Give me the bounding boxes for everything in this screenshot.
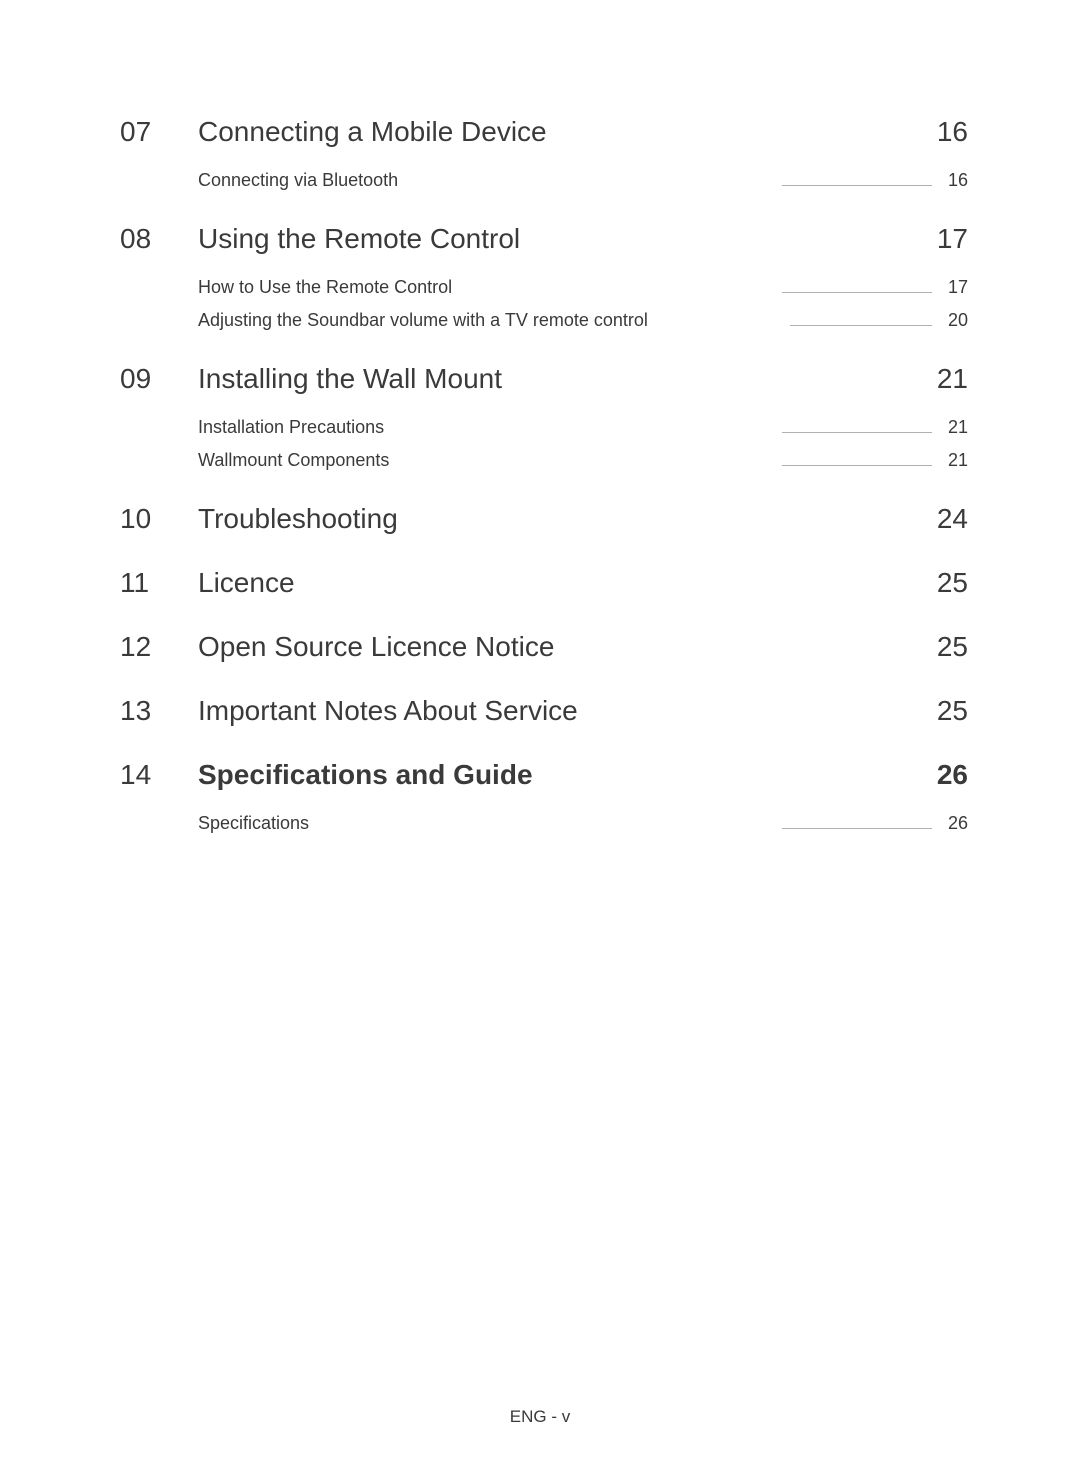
toc-sub-page: 21 xyxy=(942,450,968,471)
toc-section: 13Important Notes About Service25 xyxy=(120,695,968,727)
toc-sub-page: 16 xyxy=(942,170,968,191)
toc-section-title: Open Source Licence Notice xyxy=(198,631,937,663)
toc-sub-row: Connecting via Bluetooth 16 xyxy=(198,170,968,191)
toc-leader-line xyxy=(782,292,932,293)
toc-section-number: 09 xyxy=(120,363,198,395)
toc-sub-title: Specifications xyxy=(198,813,309,834)
toc-section-title: Troubleshooting xyxy=(198,503,937,535)
toc-section-page: 25 xyxy=(937,567,968,599)
toc-section: 11Licence25 xyxy=(120,567,968,599)
toc-section-title: Installing the Wall Mount xyxy=(198,363,937,395)
toc-sub-title: How to Use the Remote Control xyxy=(198,277,452,298)
toc-section: 12Open Source Licence Notice25 xyxy=(120,631,968,663)
toc-section-page: 25 xyxy=(937,631,968,663)
toc-section-number: 10 xyxy=(120,503,198,535)
toc-section-number: 08 xyxy=(120,223,198,255)
toc-sub-page: 20 xyxy=(942,310,968,331)
toc-leader-line xyxy=(782,185,932,186)
toc-section-page: 25 xyxy=(937,695,968,727)
toc-sub-row: Wallmount Components 21 xyxy=(198,450,968,471)
page-footer: ENG - v xyxy=(0,1407,1080,1427)
toc-sub-row: Specifications 26 xyxy=(198,813,968,834)
toc-section-number: 13 xyxy=(120,695,198,727)
toc-sub-page: 21 xyxy=(942,417,968,438)
toc-sub-page: 17 xyxy=(942,277,968,298)
toc-section-row: 10Troubleshooting24 xyxy=(120,503,968,535)
toc-section: 14Specifications and Guide26Specificatio… xyxy=(120,759,968,834)
toc-section-row: 09Installing the Wall Mount21 xyxy=(120,363,968,395)
toc-section: 10Troubleshooting24 xyxy=(120,503,968,535)
toc-leader-line xyxy=(782,828,932,829)
toc-sub-row: How to Use the Remote Control 17 xyxy=(198,277,968,298)
toc-section-row: 08Using the Remote Control17 xyxy=(120,223,968,255)
toc-section-title: Using the Remote Control xyxy=(198,223,937,255)
toc-section-number: 11 xyxy=(120,567,198,599)
toc-sub-row: Installation Precautions 21 xyxy=(198,417,968,438)
toc-sub-row: Adjusting the Soundbar volume with a TV … xyxy=(198,310,968,331)
toc-section-number: 12 xyxy=(120,631,198,663)
toc-section-row: 12Open Source Licence Notice25 xyxy=(120,631,968,663)
toc-leader-line xyxy=(782,465,932,466)
toc-section-page: 21 xyxy=(937,363,968,395)
toc-section-title: Licence xyxy=(198,567,937,599)
toc-sub-page: 26 xyxy=(942,813,968,834)
toc-section-row: 13Important Notes About Service25 xyxy=(120,695,968,727)
table-of-contents: 07Connecting a Mobile Device16Connecting… xyxy=(120,116,968,834)
toc-section-title: Important Notes About Service xyxy=(198,695,937,727)
toc-section-number: 14 xyxy=(120,759,198,791)
toc-section-page: 26 xyxy=(937,759,968,791)
page-container: 07Connecting a Mobile Device16Connecting… xyxy=(0,0,1080,834)
toc-section-row: 07Connecting a Mobile Device16 xyxy=(120,116,968,148)
toc-section-page: 17 xyxy=(937,223,968,255)
toc-sub-title: Connecting via Bluetooth xyxy=(198,170,398,191)
toc-sub-title: Wallmount Components xyxy=(198,450,389,471)
toc-section-row: 11Licence25 xyxy=(120,567,968,599)
toc-section-page: 16 xyxy=(937,116,968,148)
toc-section-title: Connecting a Mobile Device xyxy=(198,116,937,148)
toc-section: 09Installing the Wall Mount21Installatio… xyxy=(120,363,968,471)
toc-leader-line xyxy=(790,325,932,326)
toc-section-page: 24 xyxy=(937,503,968,535)
toc-section: 08Using the Remote Control17How to Use t… xyxy=(120,223,968,331)
toc-leader-line xyxy=(782,432,932,433)
toc-section: 07Connecting a Mobile Device16Connecting… xyxy=(120,116,968,191)
toc-section-row: 14Specifications and Guide26 xyxy=(120,759,968,791)
toc-sub-title: Installation Precautions xyxy=(198,417,384,438)
toc-section-number: 07 xyxy=(120,116,198,148)
toc-section-title: Specifications and Guide xyxy=(198,759,937,791)
toc-sub-title: Adjusting the Soundbar volume with a TV … xyxy=(198,310,648,331)
